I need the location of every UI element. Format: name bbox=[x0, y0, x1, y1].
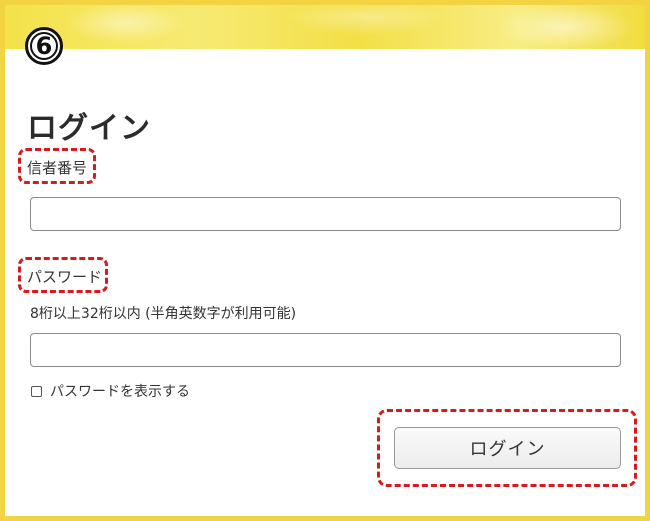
password-input[interactable] bbox=[30, 333, 621, 367]
step-number-badge: 6 bbox=[25, 27, 63, 65]
password-label: パスワード bbox=[27, 268, 103, 286]
account-number-label: 信者番号 bbox=[27, 159, 88, 177]
show-password-label: パスワードを表示する bbox=[50, 384, 190, 400]
password-hint: 8桁以上32桁以内 (半角英数字が利用可能) bbox=[30, 306, 297, 322]
account-number-input[interactable] bbox=[30, 197, 621, 231]
page-title: ログイン bbox=[27, 111, 151, 146]
login-button[interactable]: ログイン bbox=[394, 427, 621, 469]
show-password-row[interactable]: パスワードを表示する bbox=[31, 381, 190, 401]
header-banner bbox=[5, 5, 645, 49]
step-number: 6 bbox=[30, 32, 58, 60]
page-frame: 6 ログイン 信者番号 パスワード 8桁以上32桁以内 (半角英数字が利用可能)… bbox=[0, 0, 650, 521]
show-password-checkbox[interactable] bbox=[31, 385, 42, 397]
